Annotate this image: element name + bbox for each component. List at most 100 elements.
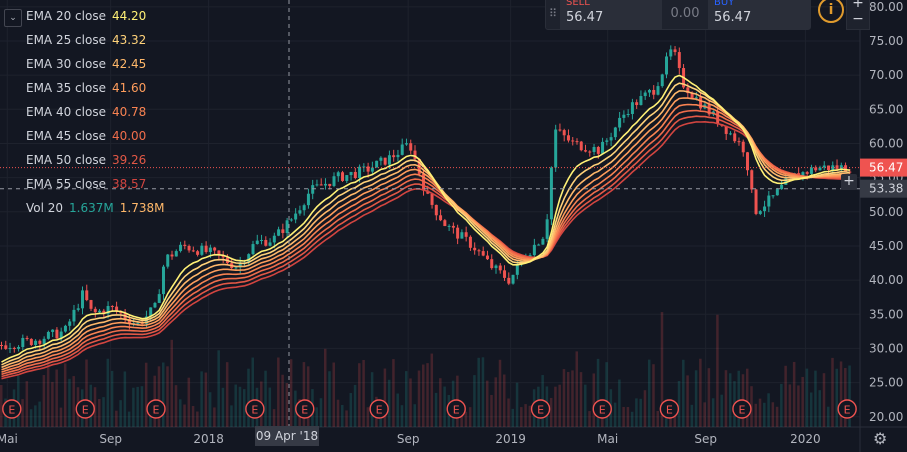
volume-bar [196, 411, 199, 427]
volume-bar [289, 359, 293, 427]
legend-volume-ma-value: 1.738M [119, 201, 165, 215]
candle-body [771, 195, 775, 197]
earnings-marker-label: E [153, 404, 160, 417]
indicator-legend: ⌄ EMA 20 close 44.20 EMA 25 close 43.32 EMA … [4, 4, 164, 220]
legend-indicator-value: 42.45 [111, 57, 147, 71]
candle-body [396, 154, 400, 158]
candle-body [451, 225, 455, 228]
x-tick-label: Sep [694, 432, 717, 446]
candle-body [605, 140, 609, 142]
candle-body [498, 265, 502, 271]
volume-bar [59, 407, 63, 427]
volume-bar [51, 381, 54, 427]
legend-row-volume[interactable]: Vol 20 1.637M 1.738M [4, 196, 164, 220]
volume-bar [694, 370, 698, 427]
volume-bar [699, 358, 702, 427]
volume-bar [584, 384, 587, 427]
volume-bar [503, 374, 506, 427]
volume-bar [554, 386, 557, 427]
volume-bar [818, 390, 821, 427]
legend-row[interactable]: EMA 50 close 39.26 [4, 148, 164, 172]
candle-body [758, 211, 762, 214]
volume-bar [592, 373, 596, 427]
zoom-controls[interactable]: + − [846, 0, 870, 30]
volume-bar [332, 362, 336, 427]
legend-indicator-value: 40.00 [111, 129, 147, 143]
candle-body [298, 210, 302, 214]
volume-bar [315, 407, 318, 427]
volume-bar [703, 402, 706, 427]
volume-bar [191, 406, 195, 427]
candle-body [656, 86, 660, 95]
legend-row[interactable]: EMA 40 close 40.78 [4, 100, 164, 124]
volume-bar [788, 384, 792, 427]
earnings-marker-label: E [376, 404, 383, 417]
candle-body [494, 265, 498, 269]
volume-bar [434, 392, 438, 427]
candle-body [8, 347, 12, 349]
add-alert-icon[interactable]: + [841, 174, 857, 190]
volume-bar [68, 378, 71, 427]
candle-body [673, 49, 677, 53]
earnings-marker-label: E [738, 404, 745, 417]
candle-body [29, 338, 33, 345]
gear-icon[interactable]: ⚙ [873, 429, 887, 448]
chevron-down-icon[interactable]: ⌄ [4, 9, 22, 27]
volume-bar [588, 411, 591, 427]
candle-body [439, 215, 443, 221]
legend-row[interactable]: EMA 35 close 41.60 [4, 76, 164, 100]
legend-row[interactable]: EMA 25 close 43.32 [4, 28, 164, 52]
volume-bar [797, 385, 800, 427]
legend-row[interactable]: EMA 30 close 42.45 [4, 52, 164, 76]
volume-bar [166, 366, 169, 427]
legend-row[interactable]: EMA 55 close 38.57 [4, 172, 164, 196]
legend-row[interactable]: EMA 20 close 44.20 [4, 4, 164, 28]
candle-body [281, 229, 285, 234]
volume-bar [754, 403, 758, 427]
volume-bar [579, 372, 583, 427]
y-tick-label: 70.00 [869, 68, 903, 82]
candle-body [170, 254, 174, 257]
earnings-marker-label: E [301, 404, 308, 417]
candle-body [562, 130, 566, 136]
candle-body [515, 264, 519, 275]
legend-volume-value: 1.637M [69, 201, 114, 215]
candle-body [379, 157, 383, 161]
candle-body [42, 338, 46, 344]
volume-bar [827, 406, 830, 427]
volume-bar [515, 382, 519, 427]
candle-body [733, 133, 737, 142]
drag-handle-icon[interactable]: ⠿ [546, 0, 560, 29]
candle-body [549, 167, 553, 220]
volume-bar [140, 386, 144, 427]
candle-body [609, 137, 613, 141]
sell-button[interactable]: SELL 56.47 [560, 0, 662, 29]
candle-body [430, 193, 434, 205]
buy-button[interactable]: BUY 56.47 [708, 0, 810, 29]
candle-body [404, 143, 408, 145]
candle-body [660, 74, 664, 87]
volume-bar [213, 407, 216, 427]
candle-body [328, 183, 332, 186]
volume-bar [400, 405, 404, 427]
volume-bar [558, 384, 561, 427]
volume-bar [520, 407, 523, 427]
crosshair-price-label: 53.38 [869, 182, 903, 196]
candle-body [737, 141, 741, 143]
volume-bar [179, 399, 182, 427]
candle-body [409, 143, 413, 151]
volume-bar [345, 410, 348, 427]
volume-bar [323, 348, 327, 427]
legend-indicator-name: EMA 30 close [26, 57, 106, 71]
y-tick-label: 35.00 [869, 307, 903, 321]
volume-bar [477, 357, 480, 427]
chart-root: 20.00 25.00 30.00 35.00 40.00 45.00 50.00 55.00… [0, 0, 907, 452]
legend-row[interactable]: EMA 45 close 40.00 [4, 124, 164, 148]
candle-body [68, 321, 72, 326]
volume-bar [170, 339, 174, 427]
candle-body [566, 135, 570, 141]
candle-body [481, 251, 485, 256]
candle-body [341, 172, 345, 181]
candle-body [588, 151, 592, 153]
candle-body [153, 302, 157, 308]
